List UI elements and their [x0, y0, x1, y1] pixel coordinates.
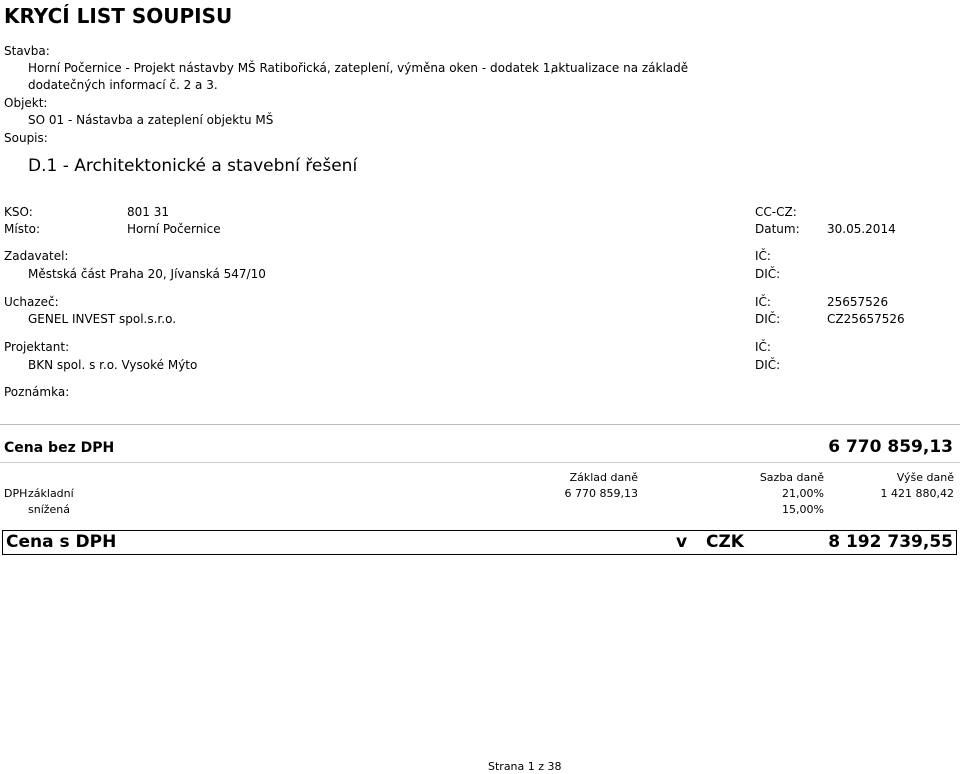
datum-value: 30.05.2014 [827, 222, 896, 236]
cena-s-dph-box [2, 530, 957, 555]
stavba-value-line1-tail: aktualizace na základě [551, 61, 689, 75]
misto-label: Místo: [4, 222, 41, 236]
divider-mid [0, 462, 960, 463]
zadavatel-dic-label: DIČ: [755, 267, 781, 281]
page-title: KRYCÍ LIST SOUPISU [4, 4, 233, 28]
dph-snizena-label: snížená [28, 503, 71, 516]
objekt-value: SO 01 - Nástavba a zateplení objektu MŠ [28, 113, 274, 127]
cena-bez-dph-label: Cena bez DPH [4, 440, 115, 456]
divider-top [0, 424, 960, 425]
cena-s-dph-v-label: v [676, 532, 688, 552]
ccz-label: CC-CZ: [755, 205, 797, 219]
kso-value: 801 31 [127, 205, 169, 219]
datum-label: Datum: [755, 222, 800, 236]
uchazec-ic-value: 25657526 [827, 295, 889, 309]
uchazec-dic-value: CZ25657526 [827, 312, 905, 326]
stavba-value-line2: dodatečných informací č. 2 a 3. [28, 78, 218, 92]
stavba-label: Stavba: [4, 44, 50, 58]
cena-s-dph-label: Cena s DPH [6, 532, 117, 552]
dph-zakladni-vyse: 1 421 880,42 [880, 487, 954, 500]
objekt-label: Objekt: [4, 96, 48, 110]
poznamka-label: Poznámka: [4, 385, 70, 399]
uchazec-ic-label: IČ: [755, 295, 771, 309]
col-header-sazba: Sazba daně [759, 471, 824, 484]
uchazec-label: Uchazeč: [4, 295, 59, 309]
dph-label: DPH [4, 487, 28, 500]
page-number: Strana 1 z 38 [488, 760, 562, 773]
zadavatel-ic-label: IČ: [755, 249, 771, 263]
dph-zakladni-label: základní [28, 487, 74, 500]
cena-s-dph-value: 8 192 739,55 [828, 532, 953, 552]
cena-bez-dph-value: 6 770 859,13 [828, 437, 953, 457]
soupis-label: Soupis: [4, 131, 48, 145]
col-header-vyse: Výše daně [896, 471, 954, 484]
soupis-value: D.1 - Architektonické a stavební řešení [28, 156, 358, 176]
dph-zakladni-sazba: 21,00% [782, 487, 824, 500]
cena-s-dph-currency: CZK [706, 532, 744, 552]
dph-snizena-sazba: 15,00% [782, 503, 824, 516]
kso-label: KSO: [4, 205, 33, 219]
dph-zakladni-zaklad: 6 770 859,13 [564, 487, 638, 500]
uchazec-value: GENEL INVEST spol.s.r.o. [28, 312, 177, 326]
uchazec-dic-label: DIČ: [755, 312, 781, 326]
projektant-dic-label: DIČ: [755, 358, 781, 372]
projektant-value: BKN spol. s r.o. Vysoké Mýto [28, 358, 198, 372]
projektant-ic-label: IČ: [755, 340, 771, 354]
misto-value: Horní Počernice [127, 222, 221, 236]
col-header-zaklad: Základ daně [569, 471, 638, 484]
projektant-label: Projektant: [4, 340, 70, 354]
zadavatel-label: Zadavatel: [4, 249, 69, 263]
stavba-value-line1: Horní Počernice - Projekt nástavby MŠ Ra… [28, 61, 555, 75]
zadavatel-value: Městská část Praha 20, Jívanská 547/10 [28, 267, 266, 281]
